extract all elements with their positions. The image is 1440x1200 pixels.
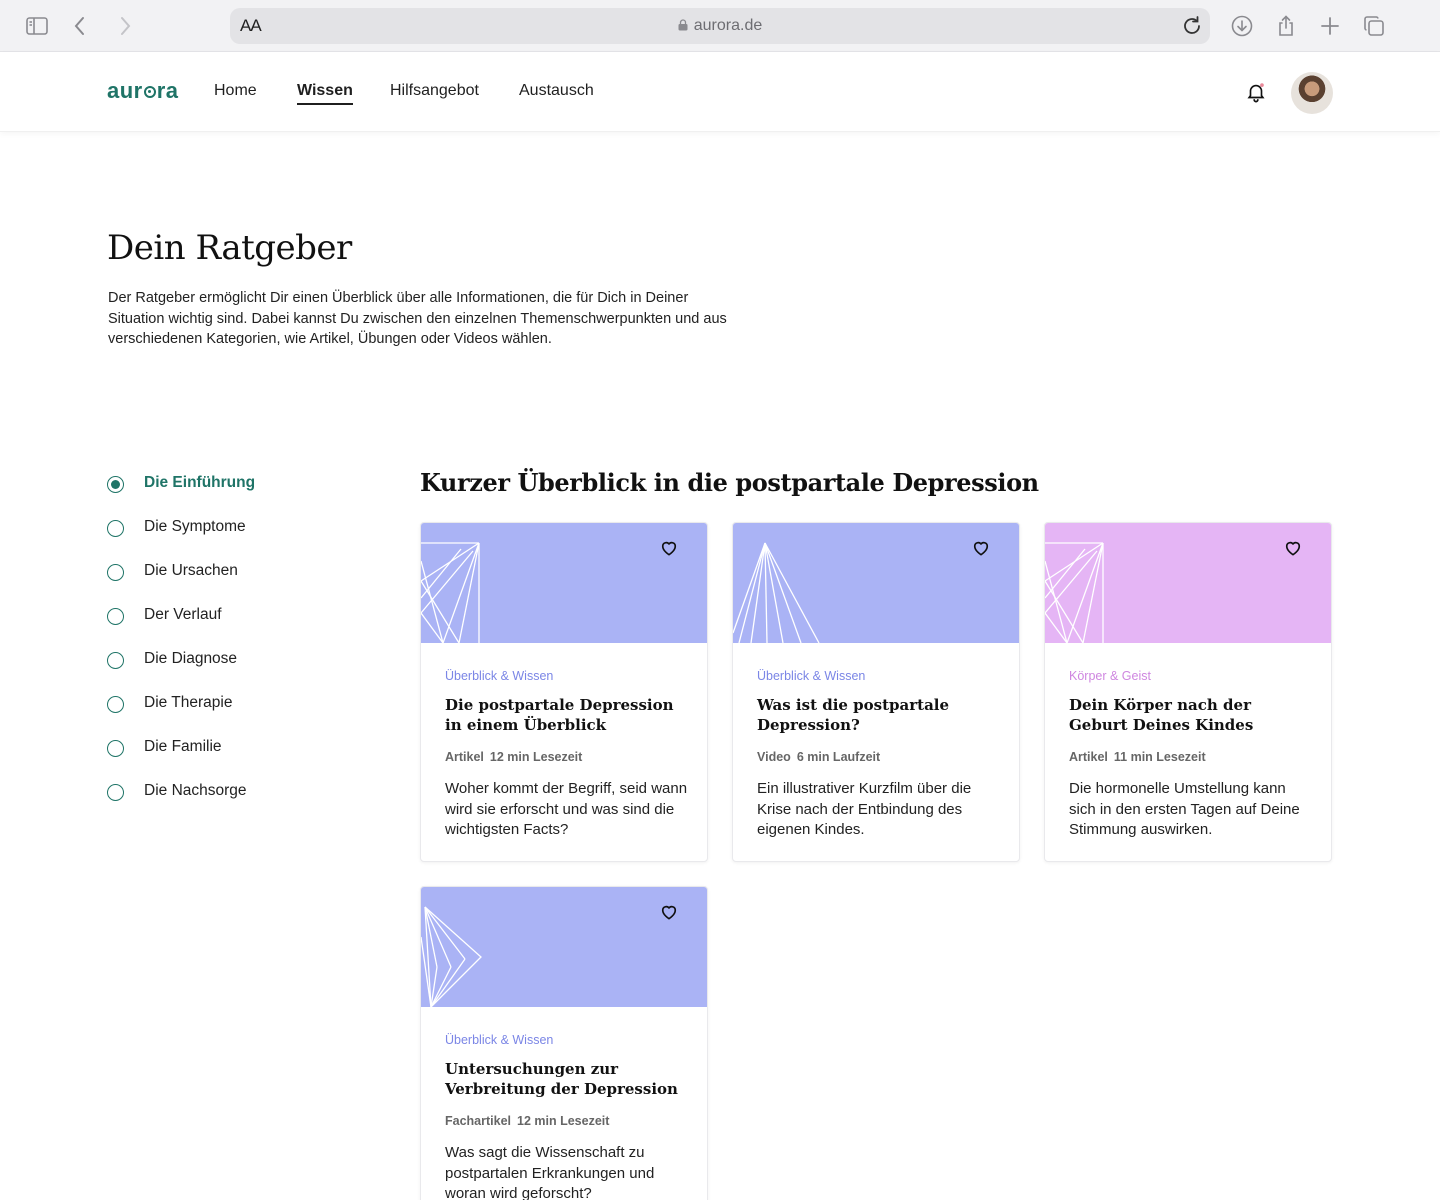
user-avatar[interactable]: [1291, 72, 1333, 114]
card-meta: Video 6 min Laufzeit: [757, 750, 880, 764]
card-type: Video: [757, 750, 791, 764]
sidebar-item-therapie[interactable]: Die Therapie: [107, 694, 367, 738]
nav-wissen[interactable]: Wissen: [297, 82, 353, 105]
content-card[interactable]: Körper & Geist Dein Körper nach der Gebu…: [1044, 522, 1332, 862]
sidebar-item-label: Die Nachsorge: [144, 782, 247, 799]
card-title[interactable]: Dein Körper nach der Geburt Deines Kinde…: [1069, 695, 1309, 735]
card-meta: Artikel 12 min Lesezeit: [445, 750, 582, 764]
back-icon[interactable]: [66, 12, 94, 40]
notification-bell-icon[interactable]: [1245, 81, 1267, 103]
content-card[interactable]: Überblick & Wissen Was ist die postparta…: [732, 522, 1020, 862]
sidebar-item-label: Die Familie: [144, 738, 222, 755]
nav-austausch[interactable]: Austausch: [519, 82, 594, 100]
sidebar-item-symptome[interactable]: Die Symptome: [107, 518, 367, 562]
radio-icon[interactable]: [107, 696, 124, 713]
card-meta: Artikel 11 min Lesezeit: [1069, 750, 1206, 764]
radio-icon[interactable]: [107, 652, 124, 669]
browser-toolbar: AA aurora.de: [0, 0, 1440, 52]
sidebar-item-label: Der Verlauf: [144, 606, 222, 623]
sidebar-item-verlauf[interactable]: Der Verlauf: [107, 606, 367, 650]
sidebar-item-label: Die Symptome: [144, 518, 246, 535]
topic-sidebar: Die Einführung Die Symptome Die Ursachen…: [107, 474, 367, 826]
forward-icon[interactable]: [111, 12, 139, 40]
card-category: Überblick & Wissen: [445, 1033, 554, 1047]
share-icon[interactable]: [1272, 12, 1300, 40]
radio-icon[interactable]: [107, 520, 124, 537]
favorite-heart-icon[interactable]: [659, 538, 679, 558]
sidebar-toggle-icon[interactable]: [23, 12, 51, 40]
aurora-logo[interactable]: aur ra: [107, 78, 179, 104]
card-title[interactable]: Die postpartale Depression in einem Über…: [445, 695, 685, 735]
card-type: Artikel: [445, 750, 484, 764]
card-type: Artikel: [1069, 750, 1108, 764]
sidebar-item-familie[interactable]: Die Familie: [107, 738, 367, 782]
favorite-heart-icon[interactable]: [659, 902, 679, 922]
sidebar-item-label: Die Einführung: [144, 474, 256, 491]
radio-icon[interactable]: [107, 740, 124, 757]
card-description: Ein illustrativer Kurzfilm über die Kris…: [757, 780, 972, 838]
content-card[interactable]: Überblick & Wissen Die postpartale Depre…: [420, 522, 708, 862]
card-duration: 12 min Lesezeit: [517, 1114, 610, 1128]
card-image: [733, 523, 1019, 643]
card-image: [421, 887, 707, 1007]
card-image: [1045, 523, 1331, 643]
nav-hilfsangebot[interactable]: Hilfsangebot: [390, 82, 479, 100]
card-duration: 12 min Lesezeit: [489, 750, 583, 764]
radio-icon[interactable]: [107, 784, 124, 801]
radio-icon[interactable]: [107, 608, 124, 625]
url-text: aurora.de: [693, 17, 763, 34]
nav-home[interactable]: Home: [214, 82, 257, 100]
content-card[interactable]: Überblick & Wissen Untersuchungen zur Ve…: [420, 886, 708, 1200]
sidebar-item-diagnose[interactable]: Die Diagnose: [107, 650, 367, 694]
card-title[interactable]: Untersuchungen zur Verbreitung der Depre…: [445, 1059, 685, 1099]
card-description: Was sagt die Wissenschaft zu postpartale…: [445, 1144, 655, 1200]
card-type: Fachartikel: [445, 1114, 512, 1128]
reload-icon[interactable]: [1180, 14, 1204, 38]
card-duration: 6 min Laufzeit: [796, 750, 881, 764]
card-duration: 11 min Lesezeit: [1113, 750, 1206, 764]
sidebar-item-einfuehrung[interactable]: Die Einführung: [107, 474, 367, 518]
tabs-overview-icon[interactable]: [1360, 12, 1388, 40]
sidebar-item-label: Die Therapie: [144, 694, 233, 711]
new-tab-icon[interactable]: [1316, 12, 1344, 40]
card-category: Überblick & Wissen: [445, 669, 554, 683]
address-bar[interactable]: AA aurora.de: [230, 8, 1210, 44]
card-title[interactable]: Was ist die postpartale Depression?: [757, 695, 997, 735]
sidebar-item-label: Die Ursachen: [144, 562, 238, 579]
sidebar-item-ursachen[interactable]: Die Ursachen: [107, 562, 367, 606]
card-category: Überblick & Wissen: [757, 669, 866, 683]
page-title: Dein Ratgeber: [107, 228, 352, 268]
card-image: [421, 523, 707, 643]
favorite-heart-icon[interactable]: [1283, 538, 1303, 558]
download-icon[interactable]: [1228, 12, 1256, 40]
radio-checked-icon[interactable]: [107, 476, 124, 493]
sidebar-item-nachsorge[interactable]: Die Nachsorge: [107, 782, 367, 826]
card-description: Die hormonelle Umstellung kann sich in d…: [1069, 780, 1300, 838]
lock-icon: [678, 19, 688, 31]
section-title: Kurzer Überblick in die postpartale Depr…: [420, 468, 1039, 497]
site-header: aur ra Home Wissen Hilfsangebot Austausch: [0, 52, 1440, 132]
card-category: Körper & Geist: [1069, 669, 1151, 683]
radio-icon[interactable]: [107, 564, 124, 581]
page-intro: Der Ratgeber ermöglicht Dir einen Überbl…: [108, 290, 727, 347]
favorite-heart-icon[interactable]: [971, 538, 991, 558]
sidebar-item-label: Die Diagnose: [144, 650, 238, 667]
card-meta: Fachartikel 12 min Lesezeit: [445, 1114, 609, 1128]
card-description: Woher kommt der Begriff, seid wann wird …: [445, 780, 688, 838]
